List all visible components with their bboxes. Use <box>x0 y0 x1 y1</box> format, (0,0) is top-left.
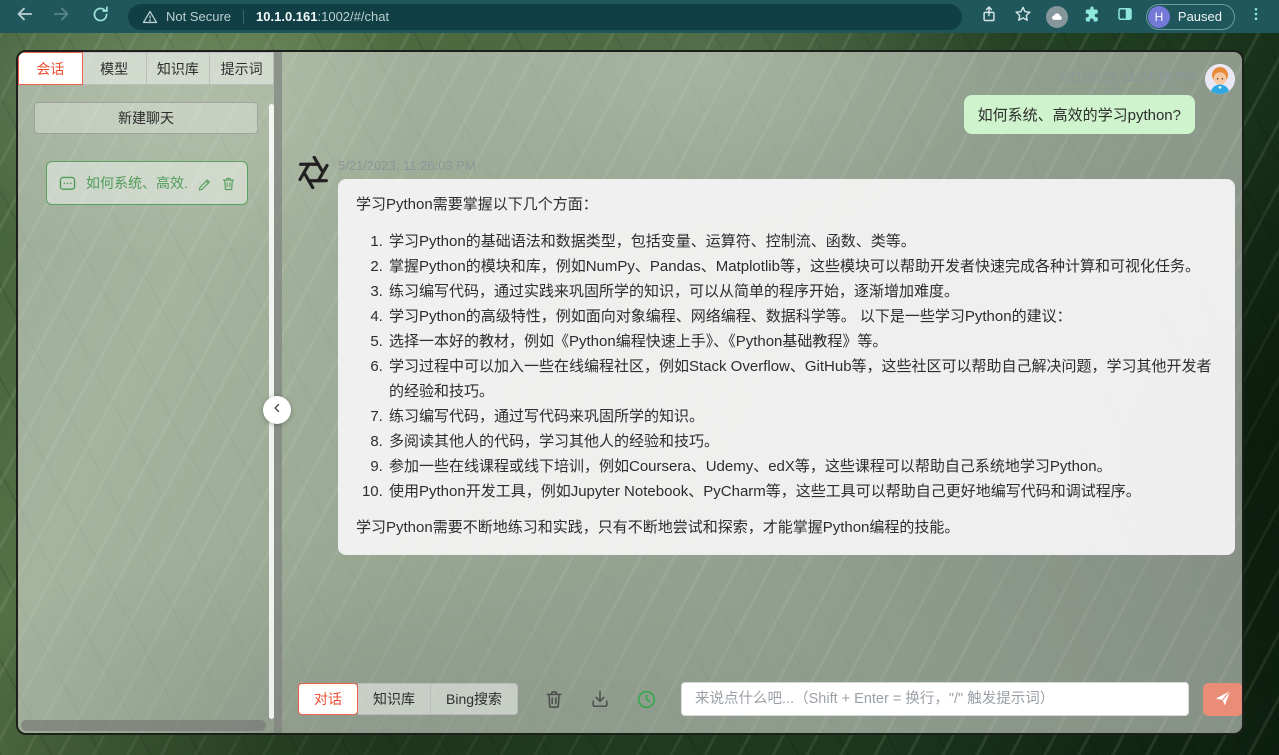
mode-chat[interactable]: 对话 <box>298 683 358 715</box>
assistant-list-item: 使用Python开发工具，例如Jupyter Notebook、PyCharm等… <box>387 479 1217 504</box>
profile-button[interactable]: H Paused <box>1146 4 1235 30</box>
back-button[interactable] <box>10 3 38 31</box>
clear-chat-button[interactable] <box>544 689 564 709</box>
puzzle-icon <box>1082 5 1100 28</box>
mode-group: 对话 知识库 Bing搜索 <box>298 683 518 715</box>
assistant-message-timestamp: 5/21/2023, 11:26:03 PM <box>338 156 1235 173</box>
assistant-list-item: 学习过程中可以加入一些在线编程社区，例如Stack Overflow、GitHu… <box>387 354 1217 404</box>
export-chat-button[interactable] <box>590 689 610 709</box>
trash-icon <box>221 176 236 191</box>
tab-prompts[interactable]: 提示词 <box>210 52 274 85</box>
sidebar-divider <box>274 52 282 733</box>
forward-icon <box>52 4 72 29</box>
assistant-list-item: 练习编写代码，通过写代码来巩固所学的知识。 <box>387 404 1217 429</box>
assistant-list-item: 练习编写代码，通过实践来巩固所学的知识，可以从简单的程序开始，逐渐增加难度。 <box>387 279 1217 304</box>
profile-avatar: H <box>1148 6 1170 28</box>
collapse-sidebar-button[interactable] <box>263 396 291 424</box>
side-panel-icon <box>1116 5 1134 28</box>
cloud-extension-icon <box>1046 6 1068 28</box>
user-avatar <box>1205 64 1235 94</box>
user-message: 5/21/2023, 11:24:12 PM 如何系统、高效的学习python? <box>297 64 1235 134</box>
assistant-message-bubble: 学习Python需要掌握以下几个方面： 学习Python的基础语法和数据类型，包… <box>338 179 1235 555</box>
main-panel: 会话 模型 知识库 提示词 新建聊天 如何系统、高效... <box>16 50 1244 735</box>
tab-models[interactable]: 模型 <box>83 52 147 85</box>
menu-dots-icon <box>1248 5 1264 28</box>
extension-cloud-button[interactable] <box>1044 4 1070 30</box>
message-list: 5/21/2023, 11:24:12 PM 如何系统、高效的学习python? <box>282 52 1244 682</box>
star-icon <box>1014 5 1032 28</box>
tab-knowledge-base[interactable]: 知识库 <box>147 52 211 85</box>
browser-menu-button[interactable] <box>1243 4 1269 30</box>
history-button[interactable] <box>636 689 657 710</box>
side-panel-button[interactable] <box>1112 4 1138 30</box>
footer-toolbar: 对话 知识库 Bing搜索 <box>282 682 1244 733</box>
extensions-button[interactable] <box>1078 4 1104 30</box>
chat-item-title: 如何系统、高效... <box>86 173 188 193</box>
assistant-list: 学习Python的基础语法和数据类型，包括变量、运算符、控制流、函数、类等。掌握… <box>356 229 1217 504</box>
history-clock-icon <box>636 689 657 710</box>
delete-chat-button[interactable] <box>221 176 236 191</box>
chat-area: 5/21/2023, 11:24:12 PM 如何系统、高效的学习python? <box>282 52 1244 733</box>
reload-button[interactable] <box>86 3 114 31</box>
reload-icon <box>91 5 110 29</box>
edit-pencil-icon <box>197 176 212 191</box>
assistant-message: 5/21/2023, 11:26:03 PM 学习Python需要掌握以下几个方… <box>297 156 1235 555</box>
mode-knowledge-base[interactable]: 知识库 <box>358 683 431 715</box>
assistant-list-item: 学习Python的高级特性，例如面向对象编程、网络编程、数据科学等。 以下是一些… <box>387 304 1217 329</box>
browser-chrome: Not Secure 10.1.0.161 :1002/#/chat <box>0 0 1279 33</box>
assistant-list-item: 学习Python的基础语法和数据类型，包括变量、运算符、控制流、函数、类等。 <box>387 229 1217 254</box>
sidebar-horizontal-scrollbar[interactable] <box>21 720 266 731</box>
send-button[interactable] <box>1203 683 1243 716</box>
mode-bing-search[interactable]: Bing搜索 <box>431 683 518 715</box>
share-button[interactable] <box>976 4 1002 30</box>
assistant-list-item: 多阅读其他人的代码，学习其他人的经验和技巧。 <box>387 429 1217 454</box>
forward-button[interactable] <box>48 3 76 31</box>
url-separator <box>243 10 244 24</box>
message-input[interactable] <box>681 682 1189 716</box>
security-label: Not Secure <box>166 9 231 24</box>
chat-bubble-icon <box>58 174 77 193</box>
share-icon <box>980 5 998 28</box>
url-path: :1002/#/chat <box>318 9 390 24</box>
assistant-list-item: 选择一本好的教材，例如《Python编程快速上手》、《Python基础教程》等。 <box>387 329 1217 354</box>
user-message-timestamp: 5/21/2023, 11:24:12 PM <box>1057 64 1195 84</box>
openai-logo-icon <box>297 156 330 189</box>
assistant-outro: 学习Python需要不断地练习和实践，只有不断地尝试和探索，才能掌握Python… <box>356 515 1217 540</box>
tab-sessions[interactable]: 会话 <box>18 52 83 85</box>
app-background: 会话 模型 知识库 提示词 新建聊天 如何系统、高效... <box>0 33 1279 755</box>
new-chat-button[interactable]: 新建聊天 <box>34 102 258 134</box>
chat-list-item[interactable]: 如何系统、高效... <box>46 161 248 205</box>
assistant-list-item: 掌握Python的模块和库，例如NumPy、Pandas、Matplotlib等… <box>387 254 1217 279</box>
assistant-list-item: 参加一些在线课程或线下培训，例如Coursera、Udemy、edX等，这些课程… <box>387 454 1217 479</box>
url-bar[interactable]: Not Secure 10.1.0.161 :1002/#/chat <box>128 4 962 30</box>
sidebar: 会话 模型 知识库 提示词 新建聊天 如何系统、高效... <box>18 52 274 733</box>
profile-status: Paused <box>1178 9 1222 24</box>
download-icon <box>590 689 610 709</box>
chat-list: 如何系统、高效... <box>46 161 248 205</box>
edit-chat-button[interactable] <box>197 176 212 191</box>
send-plane-icon <box>1213 688 1233 711</box>
assistant-intro: 学习Python需要掌握以下几个方面： <box>356 192 1217 217</box>
url-host: 10.1.0.161 <box>256 9 317 24</box>
back-icon <box>14 4 34 29</box>
collapse-chevron-icon <box>270 401 284 420</box>
bookmark-button[interactable] <box>1010 4 1036 30</box>
trash-icon <box>544 689 564 709</box>
sidebar-tabs: 会话 模型 知识库 提示词 <box>18 52 274 85</box>
user-message-bubble: 如何系统、高效的学习python? <box>964 95 1195 134</box>
warning-icon[interactable] <box>142 9 158 25</box>
